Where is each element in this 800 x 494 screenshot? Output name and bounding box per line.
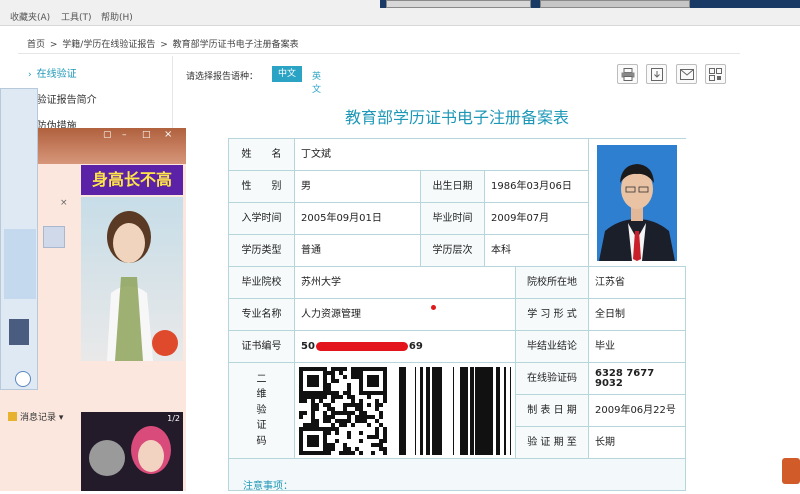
qr-codes	[299, 366, 511, 455]
grad-value: 2009年07月	[485, 203, 589, 235]
message-record-icon	[8, 412, 17, 421]
breadcrumb-separator: >	[160, 40, 171, 50]
type-value: 普通	[295, 235, 421, 267]
form-label: 学 习 形 式	[516, 299, 589, 331]
side-widget[interactable]	[782, 458, 800, 484]
browser-tab-active[interactable]	[540, 0, 690, 8]
browser-menu-bar: 收藏夹(A) 工具(T) 帮助(H)	[0, 0, 800, 26]
breadcrumb-report[interactable]: 学籍/学历在线验证报告	[62, 40, 155, 50]
zoom-icon[interactable]	[15, 371, 31, 387]
location-value: 江苏省	[589, 267, 686, 299]
sidebar-item-online-verify[interactable]: › 在线验证	[18, 62, 173, 88]
breadcrumb-separator: >	[49, 40, 61, 50]
breadcrumb-home[interactable]: 首页	[27, 40, 45, 50]
major-label: 专业名称	[229, 299, 295, 331]
qrcode-icon	[709, 67, 722, 81]
qr-label: 二 维 验 证 码	[229, 363, 295, 459]
language-label: 请选择报告语种：	[186, 72, 259, 82]
ad-image[interactable]	[81, 197, 183, 361]
conclusion-value: 毕业	[589, 331, 686, 363]
menu-help[interactable]: 帮助(H)	[101, 10, 133, 23]
form-value: 全日制	[589, 299, 686, 331]
name-label: 姓 名	[229, 139, 295, 171]
valid-value: 长期	[589, 427, 686, 459]
popup-restore-icon[interactable]: □	[142, 130, 151, 140]
breadcrumb: 首页 > 学籍/学历在线验证报告 > 教育部学历证书电子注册备案表	[18, 30, 740, 54]
menu-favorites[interactable]: 收藏夹(A)	[10, 10, 50, 23]
name-value: 丁文斌	[295, 139, 589, 171]
qr-code-cell	[295, 363, 516, 459]
qrcode-button[interactable]	[705, 64, 726, 84]
close-icon[interactable]: ×	[60, 198, 68, 208]
avatar	[9, 319, 29, 345]
location-label: 院校所在地	[516, 267, 589, 299]
cert-value: 50 69	[295, 331, 516, 363]
language-chinese-button[interactable]: 中文	[272, 66, 302, 82]
level-label: 学历层次	[421, 235, 485, 267]
enroll-label: 入学时间	[229, 203, 295, 235]
ad-counter: 1/2	[167, 414, 180, 423]
birth-value: 1986年03月06日	[485, 171, 589, 203]
popup-close-icon[interactable]: ×	[164, 129, 172, 140]
redaction-mark	[315, 342, 408, 351]
download-icon	[650, 67, 663, 81]
message-record[interactable]: 消息记录 ▾	[8, 410, 63, 423]
print-icon	[621, 67, 634, 81]
download-button[interactable]	[646, 64, 667, 84]
notes-label: 注意事项：	[243, 481, 293, 492]
valid-label: 验 证 期 至	[516, 427, 589, 459]
breadcrumb-current: 教育部学历证书电子注册备案表	[172, 40, 299, 50]
certificate-table: 姓 名 丁文斌 性 别 男 出生日期 1986年03月06日 入学时间 2005…	[228, 138, 686, 492]
code-value: 6328 7677 9032	[589, 363, 686, 395]
cert-prefix: 50	[301, 340, 315, 352]
red-dot-mark	[431, 305, 436, 310]
student-photo	[597, 145, 677, 261]
cert-label: 证书编号	[229, 331, 295, 363]
gender-label: 性 别	[229, 171, 295, 203]
date-label: 制 表 日 期	[516, 395, 589, 427]
browser-tab-strip	[380, 0, 800, 8]
popup-maximize-icon[interactable]: –	[122, 130, 127, 140]
chat-contact-list	[4, 229, 36, 299]
type-label: 学历类型	[229, 235, 295, 267]
chat-panel[interactable]	[0, 88, 38, 390]
ad-image-2[interactable]: 1/2	[81, 412, 183, 491]
popup-minimize-icon[interactable]: ▢	[103, 130, 112, 140]
major-value: 人力资源管理	[295, 299, 516, 331]
sidebar-item-label: 验证报告简介	[36, 95, 97, 106]
message-record-label: 消息记录	[20, 413, 57, 423]
sidebar-item-report-intro[interactable]: ›验证报告简介	[18, 88, 173, 114]
conclusion-label: 毕结业结论	[516, 331, 589, 363]
school-label: 毕业院校	[229, 267, 295, 299]
major-text: 人力资源管理	[301, 308, 361, 320]
date-value: 2009年06月22号	[589, 395, 686, 427]
chevron-right-icon: ›	[28, 70, 32, 80]
print-button[interactable]	[617, 64, 638, 84]
avatar	[43, 226, 65, 248]
menu-tools[interactable]: 工具(T)	[61, 10, 92, 23]
birth-label: 出生日期	[421, 171, 485, 203]
document-title: 教育部学历证书电子注册备案表	[344, 108, 569, 127]
browser-tab[interactable]	[386, 0, 531, 8]
ad-title[interactable]: 身高长不高	[81, 165, 183, 195]
language-english-link[interactable]: 英文	[312, 69, 321, 95]
gender-value: 男	[295, 171, 421, 203]
level-value: 本科	[485, 235, 589, 267]
mail-button[interactable]	[676, 64, 697, 84]
sidebar-item-label: 在线验证	[36, 69, 77, 80]
cert-suffix: 69	[408, 340, 423, 352]
enroll-value: 2005年09月01日	[295, 203, 421, 235]
code-label: 在线验证码	[516, 363, 589, 395]
photo-cell	[589, 139, 686, 267]
school-value: 苏州大学	[295, 267, 516, 299]
grad-label: 毕业时间	[421, 203, 485, 235]
mail-icon	[679, 68, 694, 80]
chevron-down-icon: ▾	[56, 413, 64, 423]
